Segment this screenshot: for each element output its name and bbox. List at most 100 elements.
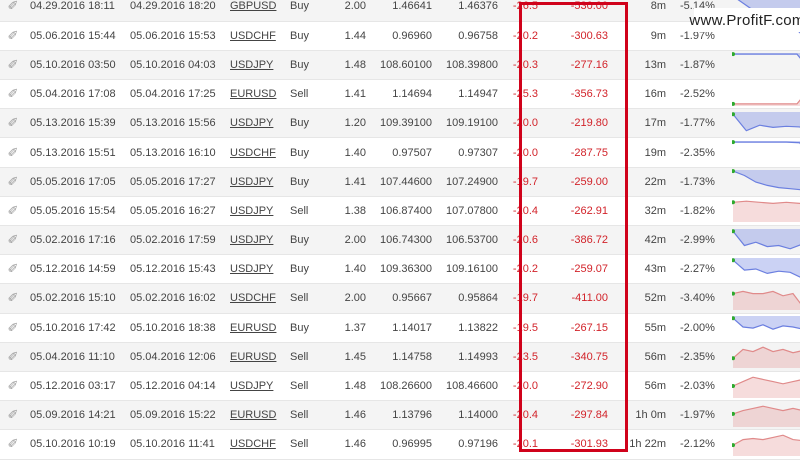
table-row[interactable]: ✐ 04.29.2016 18:11 04.29.2016 18:20 GBPUSD B… (0, 0, 800, 22)
symbol-link[interactable]: EURUSD (226, 400, 286, 431)
symbol-label[interactable]: GBPUSD (230, 0, 276, 12)
link-icon[interactable]: ✐ (0, 342, 26, 372)
table-row[interactable]: ✐ 05.10.2016 10:19 05.10.2016 11:41 USDCHF S… (0, 429, 800, 460)
sparkline-chart (732, 225, 800, 256)
table-row[interactable]: ✐ 05.05.2016 17:05 05.05.2016 17:27 USDJPY B… (0, 167, 800, 197)
link-icon[interactable]: ✐ (0, 167, 26, 197)
table-row[interactable]: ✐ 05.02.2016 15:10 05.02.2016 16:02 USDCHF S… (0, 283, 800, 314)
sparkline-start-marker (732, 140, 735, 145)
symbol-link[interactable]: USDCHF (226, 137, 286, 168)
symbol-link[interactable]: EURUSD (226, 79, 286, 110)
link-icon[interactable]: ✐ (0, 79, 26, 110)
sparkline-area (733, 111, 800, 131)
lot-size: 1.41 (334, 167, 370, 197)
table-row[interactable]: ✐ 05.06.2016 15:44 05.06.2016 15:53 USDCHF B… (0, 21, 800, 51)
symbol-label[interactable]: USDJPY (230, 205, 273, 217)
close-price: 107.24900 (436, 167, 502, 197)
sparkline-start-marker (732, 169, 735, 174)
link-icon[interactable]: ✐ (0, 429, 26, 460)
symbol-link[interactable]: USDJPY (226, 50, 286, 81)
symbol-label[interactable]: USDCHF (230, 30, 276, 42)
symbol-link[interactable]: USDJPY (226, 254, 286, 285)
trade-type: Sell (286, 400, 334, 431)
symbol-link[interactable]: USDJPY (226, 167, 286, 197)
link-icon[interactable]: ✐ (0, 21, 26, 51)
lot-size: 1.37 (334, 313, 370, 343)
symbol-label[interactable]: USDCHF (230, 147, 276, 159)
link-icon[interactable]: ✐ (0, 50, 26, 81)
sparkline-svg (732, 140, 800, 145)
symbol-link[interactable]: USDJPY (226, 225, 286, 256)
symbol-label[interactable]: USDJPY (230, 59, 273, 71)
profit-value: -272.90 (542, 371, 612, 402)
table-row[interactable]: ✐ 05.13.2016 15:39 05.13.2016 15:56 USDJPY B… (0, 108, 800, 139)
symbol-label[interactable]: USDJPY (230, 263, 273, 275)
table-row[interactable]: ✐ 05.13.2016 15:51 05.13.2016 16:10 USDCHF B… (0, 137, 800, 168)
symbol-link[interactable]: USDJPY (226, 371, 286, 402)
lot-size: 1.20 (334, 108, 370, 139)
gain-percent: -2.35% (670, 137, 732, 168)
symbol-link[interactable]: USDCHF (226, 429, 286, 460)
duration-value: 56m (612, 371, 670, 402)
close-price: 1.46376 (436, 0, 502, 22)
table-row[interactable]: ✐ 05.10.2016 03:50 05.10.2016 04:03 USDJPY B… (0, 50, 800, 81)
table-row[interactable]: ✐ 05.05.2016 15:54 05.05.2016 16:27 USDJPY S… (0, 196, 800, 227)
table-row[interactable]: ✐ 05.10.2016 17:42 05.10.2016 18:38 EURUSD B… (0, 313, 800, 343)
trade-type: Buy (286, 137, 334, 168)
symbol-label[interactable]: USDCHF (230, 438, 276, 450)
symbol-label[interactable]: EURUSD (230, 88, 276, 100)
gain-percent: -1.97% (670, 400, 732, 431)
symbol-label[interactable]: USDCHF (230, 292, 276, 304)
symbol-link[interactable]: EURUSD (226, 313, 286, 343)
table-row[interactable]: ✐ 05.02.2016 17:16 05.02.2016 17:59 USDJPY B… (0, 225, 800, 256)
symbol-link[interactable]: USDCHF (226, 283, 286, 314)
symbol-link[interactable]: USDJPY (226, 108, 286, 139)
link-icon[interactable]: ✐ (0, 0, 26, 22)
pips-value: -20.3 (502, 50, 542, 81)
link-icon[interactable]: ✐ (0, 108, 26, 139)
open-time: 05.05.2016 17:05 (26, 167, 126, 197)
symbol-label[interactable]: USDJPY (230, 380, 273, 392)
open-time: 05.02.2016 17:16 (26, 225, 126, 256)
link-icon[interactable]: ✐ (0, 225, 26, 256)
link-icon[interactable]: ✐ (0, 400, 26, 431)
profit-value: -297.84 (542, 400, 612, 431)
symbol-link[interactable]: USDJPY (226, 196, 286, 227)
symbol-label[interactable]: EURUSD (230, 322, 276, 334)
symbol-label[interactable]: EURUSD (230, 351, 276, 363)
pips-value: -20.6 (502, 225, 542, 256)
sparkline-chart (732, 167, 800, 197)
trade-type: Sell (286, 429, 334, 460)
open-time: 05.10.2016 10:19 (26, 429, 126, 460)
sparkline-svg (732, 346, 800, 369)
link-icon[interactable]: ✐ (0, 283, 26, 314)
symbol-link[interactable]: USDCHF (226, 21, 286, 51)
link-icon[interactable]: ✐ (0, 137, 26, 168)
symbol-label[interactable]: USDJPY (230, 117, 273, 129)
symbol-label[interactable]: USDJPY (230, 176, 273, 188)
close-price: 1.14947 (436, 79, 502, 110)
symbol-label[interactable]: EURUSD (230, 409, 276, 421)
gain-percent: -1.82% (670, 196, 732, 227)
symbol-label[interactable]: USDJPY (230, 234, 273, 246)
open-price: 107.44600 (370, 167, 436, 197)
symbol-link[interactable]: GBPUSD (226, 0, 286, 22)
link-icon[interactable]: ✐ (0, 254, 26, 285)
table-row[interactable]: ✐ 05.12.2016 14:59 05.12.2016 15:43 USDJPY B… (0, 254, 800, 285)
sparkline-chart (732, 137, 800, 168)
open-price: 1.13796 (370, 400, 436, 431)
close-price: 108.46600 (436, 371, 502, 402)
sparkline-area (733, 201, 800, 223)
table-row[interactable]: ✐ 05.04.2016 17:08 05.04.2016 17:25 EURUSD S… (0, 79, 800, 110)
table-row[interactable]: ✐ 05.09.2016 14:21 05.09.2016 15:22 EURUSD S… (0, 400, 800, 431)
link-icon[interactable]: ✐ (0, 371, 26, 402)
table-row[interactable]: ✐ 05.04.2016 11:10 05.04.2016 12:06 EURUSD S… (0, 342, 800, 372)
symbol-link[interactable]: EURUSD (226, 342, 286, 372)
sparkline-chart (732, 50, 800, 81)
table-row[interactable]: ✐ 05.12.2016 03:17 05.12.2016 04:14 USDJPY S… (0, 371, 800, 402)
link-icon[interactable]: ✐ (0, 196, 26, 227)
sparkline-chart (732, 254, 800, 285)
link-icon[interactable]: ✐ (0, 313, 26, 343)
open-time: 05.12.2016 03:17 (26, 371, 126, 402)
pips-value: -20.0 (502, 371, 542, 402)
